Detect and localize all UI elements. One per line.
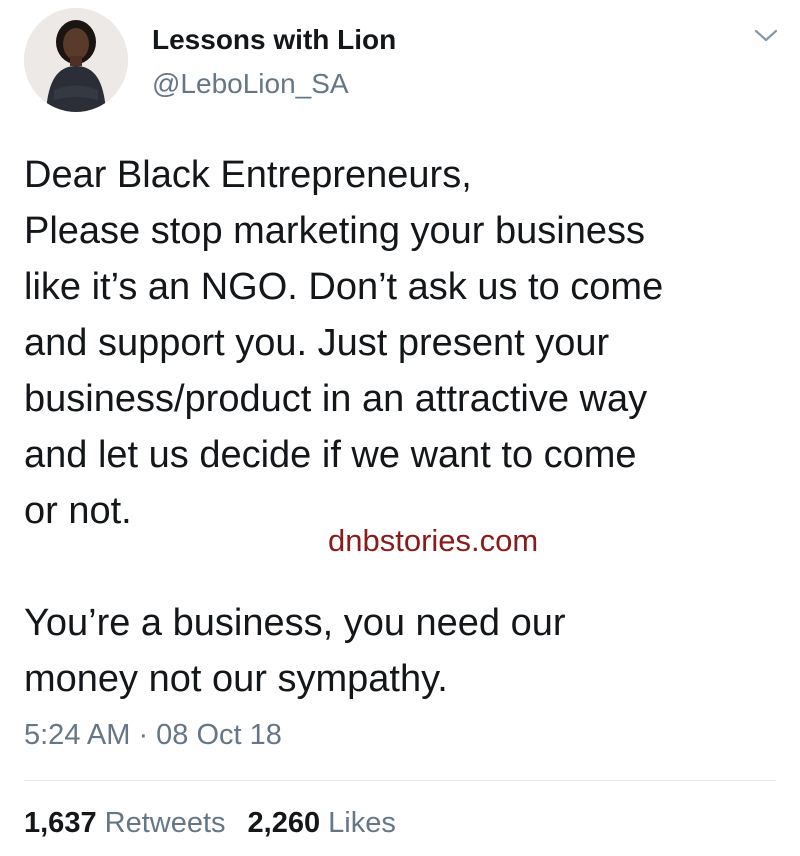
likes-count: 2,260: [247, 807, 321, 839]
likes-label: Likes: [328, 807, 396, 839]
display-name[interactable]: Lessons with Lion: [152, 24, 396, 56]
tweet-timestamp[interactable]: 5:24 AM · 08 Oct 18: [24, 719, 282, 752]
retweets-label: Retweets: [104, 807, 226, 839]
divider: [24, 780, 776, 781]
likes-stat[interactable]: 2,260 Likes: [248, 807, 396, 839]
retweets-count: 1,637: [24, 807, 97, 839]
avatar-image: [24, 8, 128, 112]
retweets-stat[interactable]: 1,637 Retweets: [24, 807, 226, 839]
tweet-text-paragraph-1: Dear Black Entrepreneurs, Please stop ma…: [24, 154, 664, 532]
avatar[interactable]: [24, 8, 128, 112]
tweet-stats: 1,637 Retweets 2,260 Likes: [24, 807, 396, 840]
user-handle[interactable]: @LeboLion_SA: [152, 68, 349, 100]
watermark: dnbstories.com: [328, 523, 539, 558]
tweet-text-paragraph-2: You’re a business, you need our money no…: [24, 602, 566, 700]
chevron-down-icon[interactable]: [752, 26, 780, 46]
tweet-card: Lessons with Lion @LeboLion_SA Dear Blac…: [0, 0, 800, 856]
